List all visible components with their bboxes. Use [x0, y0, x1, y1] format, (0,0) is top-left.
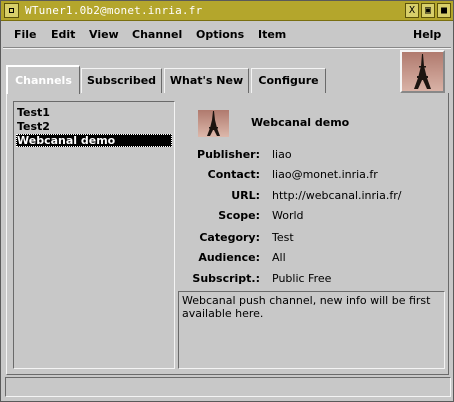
- audience-value: All: [272, 251, 286, 264]
- status-bar: [5, 377, 451, 397]
- url-value: http://webcanal.inria.fr/: [272, 189, 402, 202]
- channel-name: Webcanal demo: [251, 116, 350, 129]
- tab-channels-label: Channels: [15, 74, 72, 87]
- tab-whats-new[interactable]: What's New: [164, 68, 249, 93]
- eiffel-tower-icon: [400, 50, 445, 93]
- tab-whats-new-label: What's New: [169, 74, 244, 87]
- channel-description[interactable]: Webcanal push channel, new info will be …: [178, 291, 445, 369]
- menu-channel[interactable]: Channel: [132, 28, 182, 41]
- tab-configure-label: Configure: [258, 74, 319, 87]
- close-button[interactable]: X: [405, 3, 419, 18]
- menu-view[interactable]: View: [89, 28, 119, 41]
- maximize-button[interactable]: ▣: [421, 3, 435, 18]
- window-title: WTuner1.0b2@monet.inria.fr: [25, 4, 203, 17]
- menu-edit[interactable]: Edit: [51, 28, 75, 41]
- audience-label: Audience:: [198, 251, 260, 264]
- category-value: Test: [272, 231, 294, 244]
- channel-item-test1[interactable]: Test1: [16, 106, 172, 119]
- contact-label: Contact:: [207, 168, 260, 181]
- menu-file[interactable]: File: [14, 28, 37, 41]
- publisher-value: liao: [272, 148, 292, 161]
- app-window: WTuner1.0b2@monet.inria.fr X ▣ ■ File Ed…: [0, 0, 454, 402]
- scope-label: Scope:: [218, 209, 260, 222]
- channel-icon: [198, 110, 229, 137]
- category-label: Category:: [199, 231, 260, 244]
- subscription-value: Public Free: [272, 272, 332, 285]
- menu-help[interactable]: Help: [413, 28, 441, 41]
- contact-value: liao@monet.inria.fr: [272, 168, 378, 181]
- channel-item-webcanal-demo[interactable]: Webcanal demo: [16, 134, 172, 147]
- scope-value: World: [272, 209, 304, 222]
- window-menu-button[interactable]: [4, 3, 19, 18]
- eiffel-tower-icon: [198, 110, 229, 137]
- window-menu-icon: [9, 8, 14, 13]
- menu-bar: File Edit View Channel Options Item Help: [3, 23, 451, 48]
- title-bar[interactable]: WTuner1.0b2@monet.inria.fr X ▣ ■: [1, 1, 453, 21]
- menu-options[interactable]: Options: [196, 28, 244, 41]
- publisher-label: Publisher:: [197, 148, 260, 161]
- url-label: URL:: [231, 189, 260, 202]
- menu-item[interactable]: Item: [258, 28, 286, 41]
- eiffel-tower-logo-graphic: [402, 52, 443, 91]
- tab-subscribed[interactable]: Subscribed: [81, 68, 162, 93]
- channel-list[interactable]: Test1 Test2 Webcanal demo: [13, 101, 175, 369]
- tab-configure[interactable]: Configure: [251, 68, 326, 93]
- tab-channels[interactable]: Channels: [6, 65, 80, 94]
- minimize-button[interactable]: ■: [437, 3, 451, 18]
- tab-subscribed-label: Subscribed: [86, 74, 157, 87]
- subscription-label: Subscript.:: [192, 272, 260, 285]
- channel-item-test2[interactable]: Test2: [16, 120, 172, 133]
